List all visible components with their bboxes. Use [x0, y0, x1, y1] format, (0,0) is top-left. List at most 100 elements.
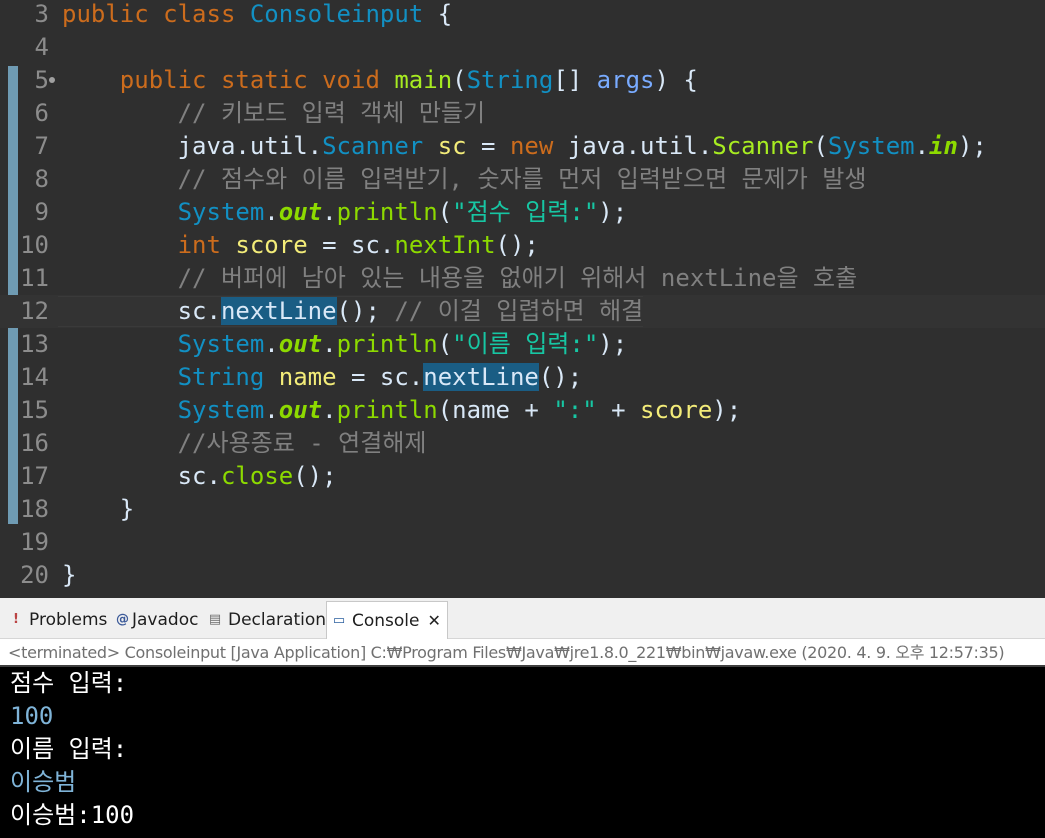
line-number: 3: [34, 0, 49, 28]
tab-problems[interactable]: ! Problems: [8, 604, 107, 636]
code-token: .: [322, 396, 337, 424]
code-token: java.util.: [553, 132, 713, 160]
code-token: new: [509, 132, 554, 160]
tab-console[interactable]: ▭ Console ✕: [326, 601, 448, 639]
code-token: Scanner: [712, 132, 814, 160]
line-number: 10: [20, 231, 49, 259]
line-number: 17: [20, 462, 49, 490]
code-token: .: [914, 132, 930, 160]
code-token: // 점수와 이름 입력받기, 숫자를 먼저 입력받으면 문제가 발생: [177, 165, 867, 193]
code-token: println: [336, 198, 438, 226]
close-icon[interactable]: ✕: [428, 603, 441, 639]
tab-javadoc[interactable]: @ Javadoc: [116, 604, 198, 636]
code-token: );: [598, 198, 628, 226]
code-line[interactable]: 19: [0, 526, 1045, 559]
declaration-icon: ▤: [208, 612, 222, 627]
code-token: void: [322, 66, 380, 94]
code-line[interactable]: 6 // 키보드 입력 객체 만들기: [0, 97, 1045, 130]
code-line[interactable]: 10 int score = sc.nextInt();: [0, 229, 1045, 262]
code-token: System: [177, 198, 265, 226]
code-line[interactable]: 13 System.out.println("이름 입력:");: [0, 328, 1045, 361]
code-text: }: [62, 493, 134, 526]
line-number: 5: [34, 66, 49, 94]
code-token: // 이걸 입렵하면 해결: [394, 297, 644, 325]
code-line[interactable]: 7 java.util.Scanner sc = new java.util.S…: [0, 130, 1045, 163]
code-line[interactable]: 11 // 버퍼에 남아 있는 내용을 없애기 위해서 nextLine을 호출: [0, 262, 1045, 295]
code-token: );: [957, 132, 987, 160]
view-tab-bar: ! Problems @ Javadoc ▤ Declaration ▭ Console ✕: [0, 598, 1045, 639]
code-token: in: [929, 132, 958, 160]
code-token: sc.: [379, 363, 424, 391]
code-token: );: [712, 396, 742, 424]
code-line[interactable]: 5 public static void main(String[] args)…: [0, 64, 1045, 97]
code-line[interactable]: 9 System.out.println("점수 입력:");: [0, 196, 1045, 229]
code-token: System: [177, 396, 265, 424]
code-text: }: [62, 559, 76, 592]
code-line[interactable]: 3 public class Consoleinput {: [0, 0, 1045, 31]
code-token: args: [596, 66, 655, 94]
code-token: main: [394, 66, 453, 94]
fold-marker-icon[interactable]: [49, 77, 55, 83]
code-token: //사용종료 - 연결해제: [177, 429, 427, 457]
code-text: // 점수와 이름 입력받기, 숫자를 먼저 입력받으면 문제가 발생: [62, 163, 867, 196]
code-token: );: [598, 330, 628, 358]
line-number: 7: [34, 132, 49, 160]
line-number: 4: [34, 33, 49, 61]
code-line[interactable]: 16 //사용종료 - 연결해제: [0, 427, 1045, 460]
tab-declaration[interactable]: ▤ Declaration: [207, 604, 326, 636]
code-token: ":": [553, 396, 597, 424]
line-number: 13: [20, 330, 49, 358]
code-token: }: [62, 495, 135, 523]
code-token: // 버퍼에 남아 있는 내용을 없애기 위해서 nextLine을 호출: [177, 264, 858, 292]
code-token: sc.: [351, 231, 395, 259]
line-number: 16: [20, 429, 49, 457]
code-text: sc.nextLine(); // 이걸 입렵하면 해결: [57, 295, 644, 328]
code-text: // 버퍼에 남아 있는 내용을 없애기 위해서 nextLine을 호출: [62, 262, 858, 295]
code-token: {: [423, 0, 453, 28]
code-token: java.util.: [62, 132, 323, 160]
code-token: score: [640, 396, 713, 424]
code-line[interactable]: 4: [0, 31, 1045, 64]
code-text: int score = sc.nextInt();: [62, 229, 539, 262]
code-token: (: [437, 330, 453, 358]
code-token: String: [177, 363, 265, 391]
code-text: public static void main(String[] args) {: [62, 64, 698, 97]
code-line[interactable]: 20}: [0, 559, 1045, 592]
code-token: =: [466, 132, 510, 160]
code-text: String name = sc.nextLine();: [62, 361, 582, 394]
console-output[interactable]: 점수 입력: 100 이름 입력: 이승범 이승범:100: [0, 667, 1045, 838]
code-token: +: [596, 396, 641, 424]
code-token: .: [322, 330, 337, 358]
code-token: ();: [495, 231, 539, 259]
line-number: 11: [20, 264, 49, 292]
line-number: 6: [34, 99, 49, 127]
line-number: 18: [20, 495, 49, 523]
line-number: 8: [34, 165, 49, 193]
code-line[interactable]: 18 }: [0, 493, 1045, 526]
line-number: 9: [34, 198, 49, 226]
code-token: System: [827, 132, 915, 160]
code-token: sc: [437, 132, 467, 160]
code-line[interactable]: 15 System.out.println(name + ":" + score…: [0, 394, 1045, 427]
code-text: // 키보드 입력 객체 만들기: [62, 97, 486, 130]
code-token: Consoleinput: [249, 0, 424, 28]
line-number: 15: [20, 396, 49, 424]
code-line[interactable]: 17 sc.close();: [0, 460, 1045, 493]
occurrence-highlight: nextLine: [423, 363, 539, 391]
code-token: close: [220, 462, 294, 490]
code-line[interactable]: 8 // 점수와 이름 입력받기, 숫자를 먼저 입력받으면 문제가 발생: [0, 163, 1045, 196]
bottom-panel: ! Problems @ Javadoc ▤ Declaration ▭ Console ✕ <…: [0, 598, 1045, 838]
code-editor[interactable]: 3 public class Consoleinput {4 5 public st…: [0, 0, 1045, 598]
code-line[interactable]: 14 String name = sc.nextLine();: [0, 361, 1045, 394]
code-line[interactable]: 12 sc.nextLine(); // 이걸 입렵하면 해결: [0, 295, 1045, 328]
